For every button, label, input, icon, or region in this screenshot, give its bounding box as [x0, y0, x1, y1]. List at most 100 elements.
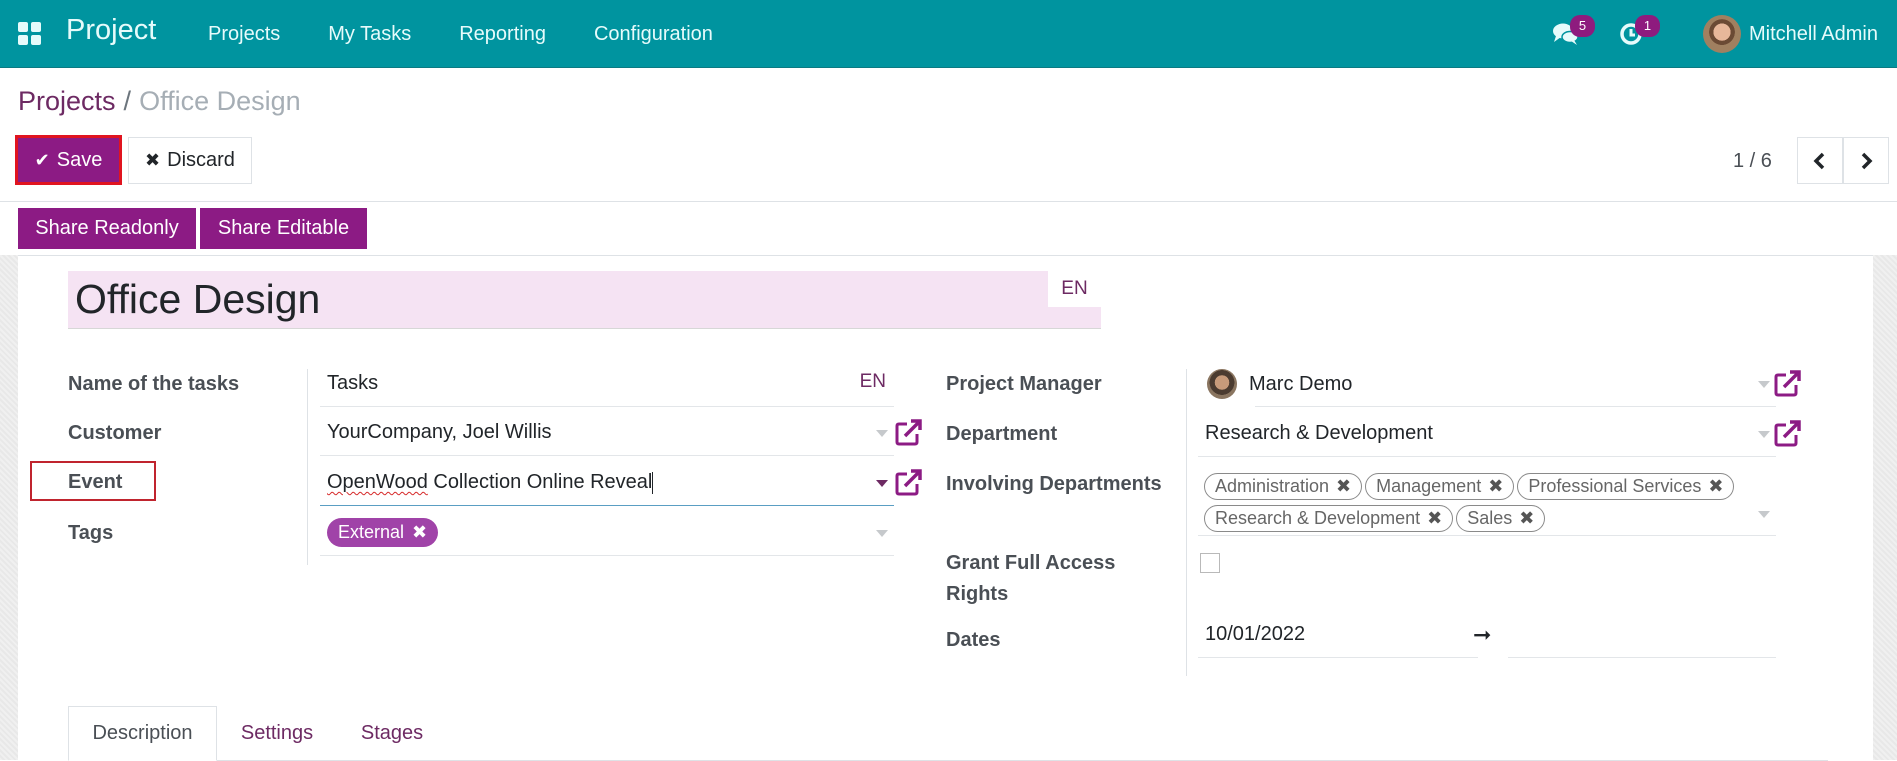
department-dropdown-caret[interactable]: [1758, 431, 1770, 438]
department-input[interactable]: Research & Development: [1198, 411, 1776, 457]
save-button[interactable]: ✔ Save: [15, 135, 122, 185]
form-sheet: Office Design EN Name of the tasks Custo…: [18, 255, 1873, 761]
project-manager-label: Project Manager: [946, 373, 1102, 395]
manager-external-link-icon[interactable]: [1772, 369, 1802, 399]
tasks-name-value: Tasks: [327, 372, 379, 394]
date-start-input[interactable]: 10/01/2022: [1198, 612, 1478, 658]
customer-value: YourCompany, Joel Willis: [327, 421, 552, 443]
check-icon: ✔: [34, 149, 50, 170]
menu-projects[interactable]: Projects: [208, 23, 280, 46]
date-start-value: 10/01/2022: [1205, 623, 1306, 645]
department-tag: Professional Services ✖: [1517, 473, 1735, 500]
customer-external-link-icon[interactable]: [893, 418, 923, 448]
breadcrumb-projects[interactable]: Projects: [18, 86, 116, 116]
department-tag-label: Management: [1376, 476, 1482, 496]
breadcrumb-current: Office Design: [139, 86, 301, 116]
department-tag: Sales ✖: [1456, 505, 1546, 532]
text-cursor: [652, 471, 654, 494]
project-manager-input[interactable]: Marc Demo: [1198, 361, 1776, 407]
department-label: Department: [946, 423, 1058, 445]
discard-button[interactable]: ✖ Discard: [128, 137, 252, 184]
remove-tag-icon[interactable]: ✖: [1336, 476, 1351, 497]
grant-full-access-label: Grant Full Access Rights: [946, 552, 1116, 605]
project-name-field[interactable]: Office Design EN: [68, 271, 1101, 329]
department-tag: Administration ✖: [1204, 473, 1363, 500]
event-value: OpenWood Collection Online Reveal: [320, 471, 654, 494]
department-tag: Management ✖: [1365, 473, 1515, 500]
event-value-rest: Collection Online Reveal: [427, 471, 653, 493]
event-input[interactable]: OpenWood Collection Online Reveal: [320, 460, 894, 506]
next-record-button[interactable]: [1843, 137, 1889, 184]
app-name[interactable]: Project: [66, 14, 156, 47]
customer-input[interactable]: YourCompany, Joel Willis: [320, 410, 894, 456]
toolbar-divider: [0, 201, 1897, 202]
messages-button[interactable]: 5: [1552, 15, 1595, 51]
tasks-name-label: Name of the tasks: [68, 373, 240, 395]
department-tag-label: Professional Services: [1528, 476, 1702, 496]
discard-label: Discard: [167, 149, 235, 171]
menu-my-tasks[interactable]: My Tasks: [328, 23, 411, 46]
involving-dropdown-caret[interactable]: [1758, 511, 1770, 518]
arrow-right-icon: ➞: [1473, 622, 1492, 647]
event-dropdown-caret[interactable]: [876, 480, 888, 487]
grant-full-access-checkbox[interactable]: [1200, 553, 1220, 573]
user-avatar: [1703, 15, 1741, 53]
project-manager-value: Marc Demo: [1249, 372, 1353, 395]
messages-count-badge: 5: [1570, 15, 1595, 37]
previous-record-button[interactable]: [1797, 137, 1843, 184]
department-tag-label: Sales: [1467, 508, 1513, 528]
tab-stages[interactable]: Stages: [337, 706, 447, 761]
share-editable-button[interactable]: Share Editable: [200, 208, 367, 249]
menu-reporting[interactable]: Reporting: [459, 23, 546, 46]
tags-input[interactable]: External ✖: [320, 510, 894, 556]
notebook-tabs: Description Settings Stages: [68, 706, 1828, 761]
project-name-value: Office Design: [75, 276, 321, 322]
top-navbar: Project Projects My Tasks Reporting Conf…: [0, 0, 1897, 68]
user-menu[interactable]: Mitchell Admin: [1703, 15, 1878, 53]
remove-tag-icon[interactable]: ✖: [1488, 476, 1503, 497]
tags-dropdown-caret[interactable]: [876, 530, 888, 537]
tag-external: External ✖: [327, 518, 439, 547]
activities-count-badge: 1: [1635, 15, 1660, 37]
dates-label: Dates: [946, 629, 1001, 651]
share-readonly-button[interactable]: Share Readonly: [18, 208, 196, 249]
apps-grid-icon[interactable]: [18, 22, 42, 46]
remove-tag-icon[interactable]: ✖: [412, 522, 427, 543]
left-gutter: [0, 255, 18, 760]
tab-description[interactable]: Description: [68, 706, 217, 761]
title-language-button[interactable]: EN: [1048, 271, 1101, 307]
remove-tag-icon[interactable]: ✖: [1519, 508, 1534, 529]
tab-settings[interactable]: Settings: [217, 706, 337, 761]
left-group-separator: [307, 369, 308, 565]
involving-departments-input[interactable]: Administration ✖ Management ✖ Professional S…: [1198, 469, 1776, 536]
menu-configuration[interactable]: Configuration: [594, 23, 713, 46]
event-external-link-icon[interactable]: [893, 468, 923, 498]
department-tag: Research & Development ✖: [1204, 505, 1454, 532]
tags-label: Tags: [68, 522, 114, 544]
save-label: Save: [56, 148, 103, 171]
tasks-name-input[interactable]: Tasks EN: [320, 361, 894, 407]
department-external-link-icon[interactable]: [1772, 419, 1802, 449]
event-value-misspelled: OpenWood: [327, 471, 428, 493]
tasks-language-button[interactable]: EN: [860, 371, 886, 393]
customer-dropdown-caret[interactable]: [876, 430, 888, 437]
tag-label: External: [338, 522, 405, 542]
activities-button[interactable]: 1: [1619, 15, 1660, 51]
manager-avatar: [1207, 369, 1237, 399]
chevron-right-icon: [1861, 152, 1873, 169]
close-icon: ✖: [145, 150, 161, 170]
pager-value: 1 / 6: [1733, 150, 1772, 172]
event-label: Event: [68, 471, 123, 493]
remove-tag-icon[interactable]: ✖: [1427, 508, 1442, 529]
involving-departments-label: Involving Departments: [946, 473, 1162, 495]
breadcrumb: Projects / Office Design: [18, 86, 301, 117]
department-tag-label: Administration: [1215, 476, 1330, 496]
chevron-left-icon: [1813, 152, 1825, 169]
department-tag-label: Research & Development: [1215, 508, 1421, 528]
date-end-input[interactable]: [1508, 612, 1776, 658]
manager-dropdown-caret[interactable]: [1758, 381, 1770, 388]
breadcrumb-separator: /: [123, 86, 132, 116]
remove-tag-icon[interactable]: ✖: [1708, 476, 1723, 497]
customer-label: Customer: [68, 422, 162, 444]
main-menu: Projects My Tasks Reporting Configuratio…: [208, 23, 761, 46]
